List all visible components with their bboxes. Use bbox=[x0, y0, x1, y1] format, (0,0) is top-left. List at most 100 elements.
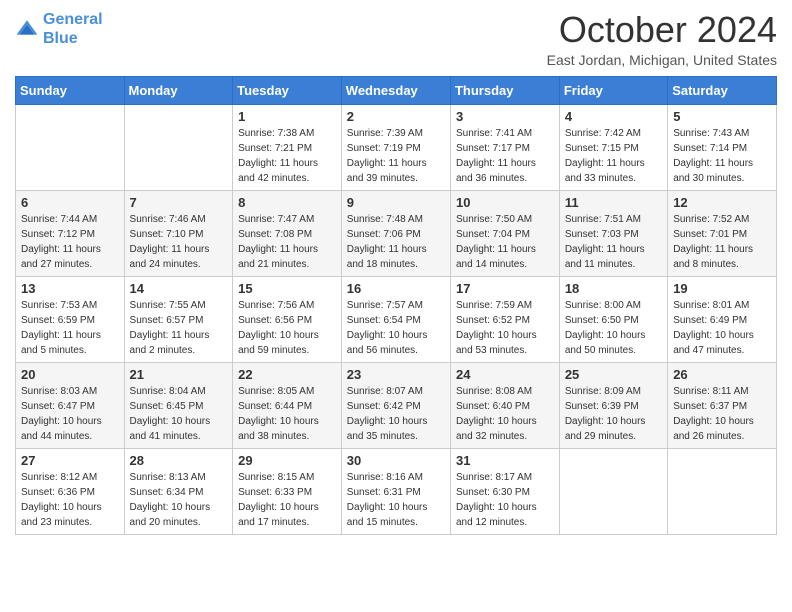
day-number: 16 bbox=[347, 281, 445, 296]
day-info: Sunrise: 7:41 AMSunset: 7:17 PMDaylight:… bbox=[456, 126, 554, 186]
calendar-cell bbox=[16, 104, 125, 190]
day-info: Sunrise: 7:51 AMSunset: 7:03 PMDaylight:… bbox=[565, 212, 662, 272]
day-info: Sunrise: 8:03 AMSunset: 6:47 PMDaylight:… bbox=[21, 384, 119, 444]
calendar-cell: 2 Sunrise: 7:39 AMSunset: 7:19 PMDaylight… bbox=[341, 104, 450, 190]
calendar-cell: 22Sunrise: 8:05 AMSunset: 6:44 PMDayligh… bbox=[233, 362, 342, 448]
day-of-week-header: Friday bbox=[559, 76, 667, 104]
day-info: Sunrise: 8:13 AMSunset: 6:34 PMDaylight:… bbox=[130, 470, 228, 530]
day-info: Sunrise: 7:59 AMSunset: 6:52 PMDaylight:… bbox=[456, 298, 554, 358]
calendar-cell: 12 Sunrise: 7:52 AMSunset: 7:01 PMDayligh… bbox=[668, 190, 777, 276]
day-number: 24 bbox=[456, 367, 554, 382]
calendar-cell: 11Sunrise: 7:51 AMSunset: 7:03 PMDayligh… bbox=[559, 190, 667, 276]
day-info: Sunrise: 7:44 AMSunset: 7:12 PMDaylight:… bbox=[21, 212, 119, 272]
calendar-week-row: 20 Sunrise: 8:03 AMSunset: 6:47 PMDayligh… bbox=[16, 362, 777, 448]
day-number: 23 bbox=[347, 367, 445, 382]
calendar-cell: 25 Sunrise: 8:09 AMSunset: 6:39 PMDayligh… bbox=[559, 362, 667, 448]
logo-text: General Blue bbox=[43, 10, 103, 48]
day-number: 25 bbox=[565, 367, 662, 382]
calendar-cell: 17 Sunrise: 7:59 AMSunset: 6:52 PMDayligh… bbox=[450, 276, 559, 362]
calendar-cell: 24 Sunrise: 8:08 AMSunset: 6:40 PMDayligh… bbox=[450, 362, 559, 448]
calendar-cell: 7 Sunrise: 7:46 AMSunset: 7:10 PMDaylight… bbox=[124, 190, 233, 276]
calendar-cell: 30 Sunrise: 8:16 AMSunset: 6:31 PMDayligh… bbox=[341, 448, 450, 534]
day-number: 1 bbox=[238, 109, 336, 124]
day-info: Sunrise: 8:11 AMSunset: 6:37 PMDaylight:… bbox=[673, 384, 771, 444]
day-number: 29 bbox=[238, 453, 336, 468]
day-of-week-header: Wednesday bbox=[341, 76, 450, 104]
calendar-cell: 13 Sunrise: 7:53 AMSunset: 6:59 PMDayligh… bbox=[16, 276, 125, 362]
day-info: Sunrise: 7:53 AMSunset: 6:59 PMDaylight:… bbox=[21, 298, 119, 358]
day-info: Sunrise: 7:43 AMSunset: 7:14 PMDaylight:… bbox=[673, 126, 771, 186]
day-number: 7 bbox=[130, 195, 228, 210]
calendar-cell bbox=[559, 448, 667, 534]
calendar-cell: 8Sunrise: 7:47 AMSunset: 7:08 PMDaylight… bbox=[233, 190, 342, 276]
day-number: 27 bbox=[21, 453, 119, 468]
logo-line2: Blue bbox=[43, 30, 78, 47]
logo-icon bbox=[15, 17, 39, 41]
calendar-cell: 4Sunrise: 7:42 AMSunset: 7:15 PMDaylight… bbox=[559, 104, 667, 190]
day-info: Sunrise: 8:08 AMSunset: 6:40 PMDaylight:… bbox=[456, 384, 554, 444]
calendar-cell: 6 Sunrise: 7:44 AMSunset: 7:12 PMDaylight… bbox=[16, 190, 125, 276]
logo-line1: General bbox=[43, 11, 103, 28]
day-info: Sunrise: 7:48 AMSunset: 7:06 PMDaylight:… bbox=[347, 212, 445, 272]
day-info: Sunrise: 7:46 AMSunset: 7:10 PMDaylight:… bbox=[130, 212, 228, 272]
calendar-table: SundayMondayTuesdayWednesdayThursdayFrid… bbox=[15, 76, 777, 535]
day-info: Sunrise: 8:04 AMSunset: 6:45 PMDaylight:… bbox=[130, 384, 228, 444]
day-info: Sunrise: 8:01 AMSunset: 6:49 PMDaylight:… bbox=[673, 298, 771, 358]
day-of-week-header: Saturday bbox=[668, 76, 777, 104]
day-number: 14 bbox=[130, 281, 228, 296]
calendar-cell bbox=[668, 448, 777, 534]
month-title: October 2024 bbox=[547, 10, 777, 50]
calendar-cell: 23 Sunrise: 8:07 AMSunset: 6:42 PMDayligh… bbox=[341, 362, 450, 448]
day-number: 12 bbox=[673, 195, 771, 210]
calendar-header-row: SundayMondayTuesdayWednesdayThursdayFrid… bbox=[16, 76, 777, 104]
day-number: 6 bbox=[21, 195, 119, 210]
day-info: Sunrise: 7:52 AMSunset: 7:01 PMDaylight:… bbox=[673, 212, 771, 272]
calendar-cell: 26Sunrise: 8:11 AMSunset: 6:37 PMDayligh… bbox=[668, 362, 777, 448]
day-number: 18 bbox=[565, 281, 662, 296]
location: East Jordan, Michigan, United States bbox=[547, 52, 777, 68]
calendar-week-row: 6 Sunrise: 7:44 AMSunset: 7:12 PMDaylight… bbox=[16, 190, 777, 276]
calendar-week-row: 27 Sunrise: 8:12 AMSunset: 6:36 PMDayligh… bbox=[16, 448, 777, 534]
day-number: 3 bbox=[456, 109, 554, 124]
day-info: Sunrise: 8:16 AMSunset: 6:31 PMDaylight:… bbox=[347, 470, 445, 530]
day-number: 5 bbox=[673, 109, 771, 124]
calendar-cell: 28 Sunrise: 8:13 AMSunset: 6:34 PMDayligh… bbox=[124, 448, 233, 534]
day-number: 13 bbox=[21, 281, 119, 296]
day-info: Sunrise: 7:57 AMSunset: 6:54 PMDaylight:… bbox=[347, 298, 445, 358]
day-info: Sunrise: 7:39 AMSunset: 7:19 PMDaylight:… bbox=[347, 126, 445, 186]
logo: General Blue bbox=[15, 10, 103, 48]
day-info: Sunrise: 7:50 AMSunset: 7:04 PMDaylight:… bbox=[456, 212, 554, 272]
day-info: Sunrise: 7:56 AMSunset: 6:56 PMDaylight:… bbox=[238, 298, 336, 358]
day-number: 19 bbox=[673, 281, 771, 296]
calendar-cell: 14 Sunrise: 7:55 AMSunset: 6:57 PMDayligh… bbox=[124, 276, 233, 362]
calendar-cell: 3 Sunrise: 7:41 AMSunset: 7:17 PMDaylight… bbox=[450, 104, 559, 190]
calendar-cell: 29 Sunrise: 8:15 AMSunset: 6:33 PMDayligh… bbox=[233, 448, 342, 534]
day-number: 31 bbox=[456, 453, 554, 468]
day-info: Sunrise: 8:09 AMSunset: 6:39 PMDaylight:… bbox=[565, 384, 662, 444]
day-number: 30 bbox=[347, 453, 445, 468]
day-info: Sunrise: 8:15 AMSunset: 6:33 PMDaylight:… bbox=[238, 470, 336, 530]
day-info: Sunrise: 7:38 AMSunset: 7:21 PMDaylight:… bbox=[238, 126, 336, 186]
day-info: Sunrise: 8:07 AMSunset: 6:42 PMDaylight:… bbox=[347, 384, 445, 444]
day-number: 2 bbox=[347, 109, 445, 124]
calendar-cell: 10 Sunrise: 7:50 AMSunset: 7:04 PMDayligh… bbox=[450, 190, 559, 276]
day-info: Sunrise: 8:17 AMSunset: 6:30 PMDaylight:… bbox=[456, 470, 554, 530]
page-header: General Blue October 2024 East Jordan, M… bbox=[15, 10, 777, 68]
day-number: 10 bbox=[456, 195, 554, 210]
day-number: 8 bbox=[238, 195, 336, 210]
calendar-cell: 5 Sunrise: 7:43 AMSunset: 7:14 PMDaylight… bbox=[668, 104, 777, 190]
day-number: 28 bbox=[130, 453, 228, 468]
day-number: 17 bbox=[456, 281, 554, 296]
day-info: Sunrise: 7:42 AMSunset: 7:15 PMDaylight:… bbox=[565, 126, 662, 186]
day-of-week-header: Monday bbox=[124, 76, 233, 104]
day-info: Sunrise: 8:00 AMSunset: 6:50 PMDaylight:… bbox=[565, 298, 662, 358]
calendar-cell: 19 Sunrise: 8:01 AMSunset: 6:49 PMDayligh… bbox=[668, 276, 777, 362]
day-of-week-header: Thursday bbox=[450, 76, 559, 104]
day-number: 20 bbox=[21, 367, 119, 382]
calendar-cell: 27 Sunrise: 8:12 AMSunset: 6:36 PMDayligh… bbox=[16, 448, 125, 534]
calendar-cell: 16 Sunrise: 7:57 AMSunset: 6:54 PMDayligh… bbox=[341, 276, 450, 362]
title-block: October 2024 East Jordan, Michigan, Unit… bbox=[547, 10, 777, 68]
day-info: Sunrise: 8:12 AMSunset: 6:36 PMDaylight:… bbox=[21, 470, 119, 530]
calendar-cell: 20 Sunrise: 8:03 AMSunset: 6:47 PMDayligh… bbox=[16, 362, 125, 448]
day-info: Sunrise: 7:55 AMSunset: 6:57 PMDaylight:… bbox=[130, 298, 228, 358]
